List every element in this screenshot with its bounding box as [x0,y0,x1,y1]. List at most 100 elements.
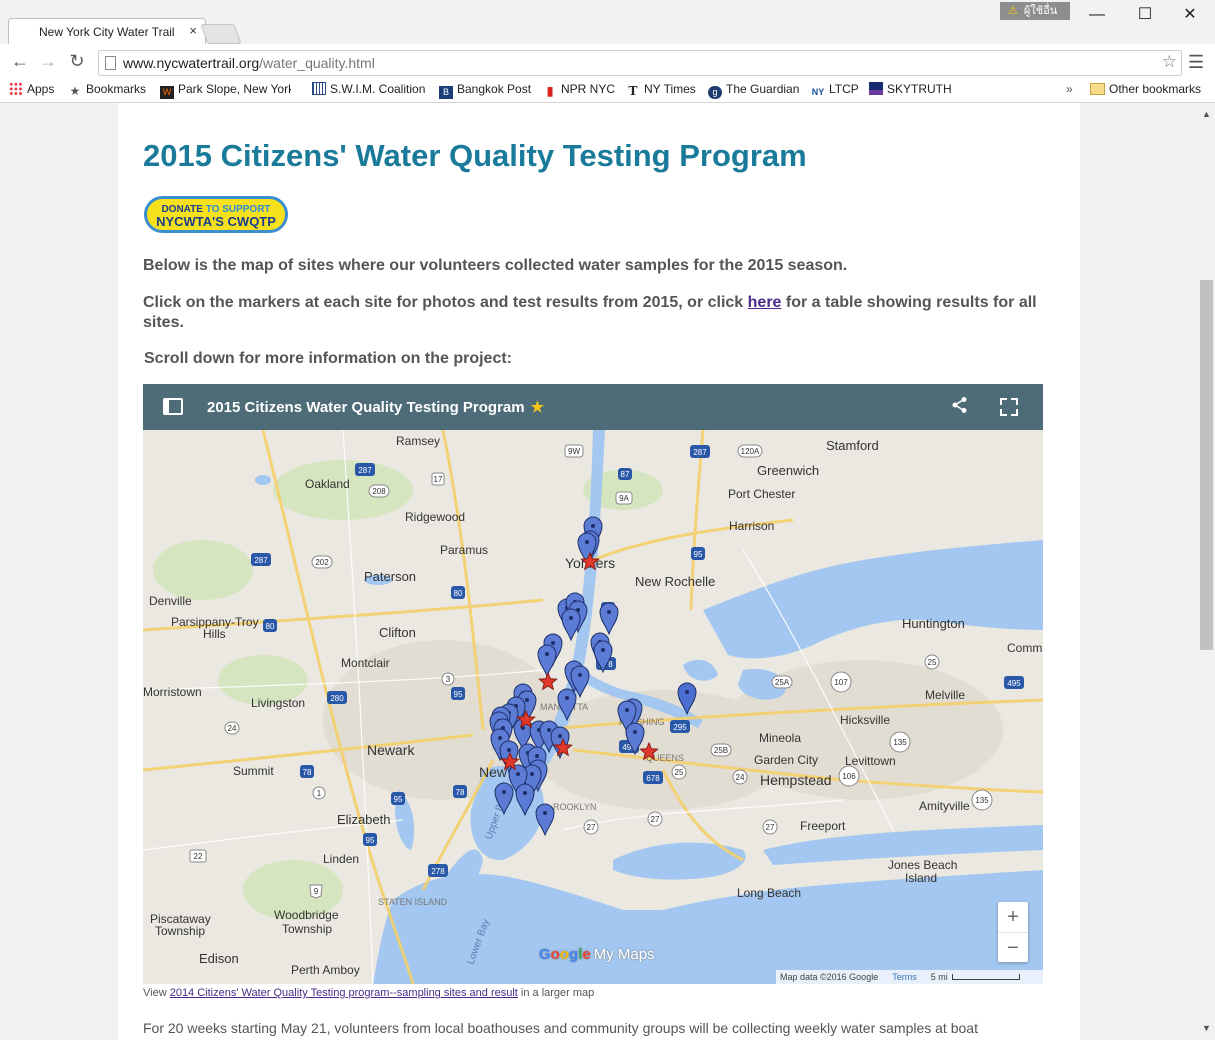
warning-icon: ⚠ [1008,5,1018,17]
zoom-controls: + − [998,902,1028,962]
donate-button[interactable]: DONATE TO SUPPORT NYCWTA'S CWQTP [144,196,288,233]
profile-warning-badge[interactable]: ⚠ ผู้ใช้อื่น [1000,2,1070,20]
bookmark-label: Park Slope, New York [178,82,291,96]
embedded-map[interactable]: 2015 Citizens Water Quality Testing Prog… [143,384,1043,984]
bookmark-skytruth[interactable]: SKYTRUTH [869,82,952,96]
larger-map-link[interactable]: 2014 Citizens' Water Quality Testing pro… [170,987,518,999]
site-marker-dot [591,524,595,528]
page-viewport: 2015 Citizens' Water Quality Testing Pro… [0,103,1198,1040]
bookmark-apps[interactable]: Apps [9,82,54,96]
intro-paragraph: Below is the map of sites where our volu… [143,257,848,274]
terms-link[interactable]: Terms [892,972,917,982]
site-marker-dot [578,673,582,677]
label-staten-island: STATEN ISLAND [378,897,448,907]
label-summit: Summit [233,764,274,778]
reload-icon[interactable]: ↻ [66,51,88,72]
label-brooklyn: ROOKLYN [553,802,596,812]
bookmark-guardian[interactable]: g The Guardian [708,82,799,99]
bookmark-bangkok-post[interactable]: B Bangkok Post [439,82,531,99]
label-elizabeth: Elizabeth [337,812,390,827]
svg-text:80: 80 [454,589,463,598]
label-island: Island [905,871,937,885]
label-morristown: Morristown [143,685,202,699]
url-host: www.nycwatertrail.org [123,55,260,71]
svg-text:1: 1 [317,789,322,798]
results-table-link[interactable]: here [748,294,782,311]
menu-icon[interactable]: ☰ [1188,52,1204,73]
vertical-scrollbar[interactable]: ▲ ▼ [1198,103,1215,1040]
svg-text:78: 78 [303,768,312,777]
label-melville: Melville [925,688,965,702]
svg-text:95: 95 [366,836,375,845]
label-ridgewood: Ridgewood [405,510,465,524]
site-marker-dot [543,811,547,815]
site-marker-dot [633,730,637,734]
browser-tab[interactable]: New York City Water Trail × [8,18,206,46]
site-marker-dot [625,708,629,712]
star-icon[interactable]: ★ [531,399,544,416]
share-icon[interactable] [951,396,969,419]
label-huntington: Huntington [902,616,965,631]
label-comm: Comm [1007,641,1042,655]
url-text[interactable]: www.nycwatertrail.org/water_quality.html [123,55,375,71]
site-favicon: W [160,86,174,99]
site-marker-dot [516,772,520,776]
other-bookmarks-label: Other bookmarks [1109,82,1202,96]
scroll-up-arrow-icon[interactable]: ▲ [1202,109,1211,119]
address-bar[interactable]: www.nycwatertrail.org/water_quality.html… [98,50,1182,76]
fullscreen-icon[interactable] [1000,398,1018,416]
bookmark-label: Bangkok Post [457,82,532,96]
tab-close-icon[interactable]: × [189,23,197,38]
bookmark-bookmarks[interactable]: ★ Bookmarks [68,82,146,98]
svg-text:278: 278 [431,867,445,876]
caption-prefix: View [143,987,170,999]
svg-text:287: 287 [254,556,268,565]
donate-text-c: NYCWTA'S CWQTP [156,214,276,229]
svg-text:208: 208 [372,487,386,496]
other-bookmarks-folder[interactable]: Other bookmarks [1090,82,1201,96]
project-description: For 20 weeks starting May 21, volunteers… [143,1020,978,1036]
label-hills: Hills [203,627,226,641]
site-marker-dot [565,696,569,700]
svg-text:9A: 9A [619,494,629,503]
bookmark-ny-times[interactable]: T NY Times [626,82,696,98]
map-title: 2015 Citizens Water Quality Testing Prog… [207,398,544,416]
bookmark-park-slope[interactable]: W Park Slope, New York [160,82,291,99]
svg-text:495: 495 [1007,679,1021,688]
svg-text:24: 24 [736,773,745,782]
bookmark-star-icon[interactable]: ☆ [1162,52,1177,72]
page-title: 2015 Citizens' Water Quality Testing Pro… [143,138,807,173]
svg-text:202: 202 [315,558,329,567]
map-attribution: Map data ©2016 Google Terms 5 mi [776,970,1043,984]
maximize-button[interactable]: ☐ [1123,4,1167,26]
svg-text:95: 95 [454,690,463,699]
site-marker-dot [551,641,555,645]
svg-text:95: 95 [394,795,403,804]
svg-text:280: 280 [330,694,344,703]
site-marker-dot [585,540,589,544]
scroll-thumb[interactable] [1200,280,1213,650]
label-hicksville: Hicksville [840,713,890,727]
scroll-down-arrow-icon[interactable]: ▼ [1202,1023,1211,1033]
new-tab-button[interactable] [200,24,242,44]
close-button[interactable]: ✕ [1168,4,1212,26]
label-levittown: Levittown [845,754,896,768]
bookmark-label: LTCP [829,82,859,96]
label-garden-city: Garden City [754,753,818,767]
map-legend-panel-icon[interactable] [163,398,183,415]
minimize-button[interactable]: — [1075,4,1119,26]
map-caption: View 2014 Citizens' Water Quality Testin… [143,987,594,999]
forward-arrow-icon[interactable]: → [37,51,59,72]
site-marker-dot [545,652,549,656]
bookmark-swim[interactable]: S.W.I.M. Coalition [312,82,425,96]
bookmark-label: Apps [27,82,55,96]
zoom-in-button[interactable]: + [998,902,1028,933]
bookmark-npr-nyc[interactable]: ▮ NPR NYC [543,82,615,98]
svg-text:17: 17 [434,475,443,484]
bookmarks-overflow-button[interactable]: » [1066,82,1073,96]
map-canvas[interactable]: Ramsey Stamford Greenwich Oakland Port C… [143,430,1043,984]
zoom-out-button[interactable]: − [998,933,1028,963]
bookmark-ltcp[interactable]: NY LTCP [811,82,859,99]
back-arrow-icon[interactable]: ← [9,51,31,72]
map-header: 2015 Citizens Water Quality Testing Prog… [143,384,1043,430]
